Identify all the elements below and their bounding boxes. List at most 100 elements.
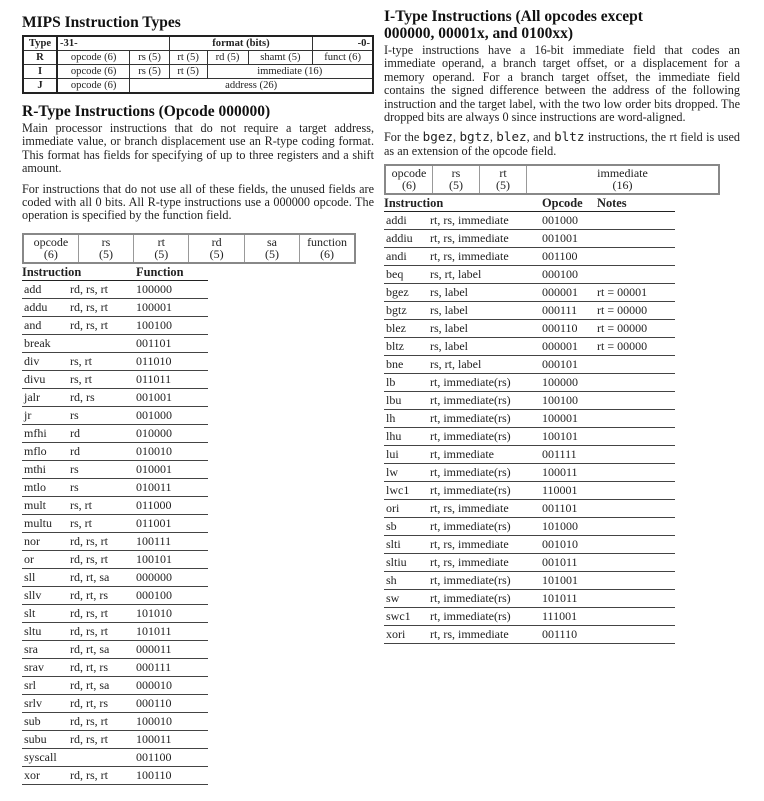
instruction-operands bbox=[70, 748, 136, 767]
instruction-name: addu bbox=[22, 298, 70, 317]
notes bbox=[597, 607, 675, 627]
field-cell: rt (5) bbox=[168, 64, 208, 79]
field-bits: (5) bbox=[98, 246, 113, 261]
instruction-name: sltiu bbox=[384, 553, 430, 573]
table-row: jr rs 001000 bbox=[22, 406, 208, 425]
opcode: 110001 bbox=[542, 481, 597, 501]
opcode: 101011 bbox=[542, 589, 597, 609]
opcode: 111001 bbox=[542, 607, 597, 627]
instruction-name: divu bbox=[22, 370, 70, 389]
opcode: 101001 bbox=[542, 571, 597, 591]
notes bbox=[597, 535, 675, 555]
table-row: lbu rt, immediate(rs) 100100 bbox=[384, 391, 675, 411]
instruction-name: lw bbox=[384, 463, 430, 483]
field-bits: (5) bbox=[496, 178, 510, 193]
table-row: addi rt, rs, immediate 001000 bbox=[384, 211, 675, 231]
table-row: bgtz rs, label 000111 rt = 00000 bbox=[384, 301, 675, 321]
instruction-name: sb bbox=[384, 517, 430, 537]
notes bbox=[597, 211, 675, 231]
instruction-name: xori bbox=[384, 625, 430, 645]
notes bbox=[597, 553, 675, 573]
rtype-table-header: Instruction Function bbox=[22, 264, 208, 281]
field-opcode: opcode (6) bbox=[384, 165, 433, 195]
table-row: mthi rs 010001 bbox=[22, 460, 208, 479]
opcode: 100001 bbox=[542, 409, 597, 429]
field-cell: rs (5) bbox=[129, 50, 170, 65]
instruction-operands: rd, rt, rs bbox=[70, 586, 136, 605]
instruction-name: andi bbox=[384, 247, 430, 267]
table-row: sh rt, immediate(rs) 101001 bbox=[384, 571, 675, 591]
table-row: bgez rs, label 000001 rt = 00001 bbox=[384, 283, 675, 303]
instruction-name: blez bbox=[384, 319, 430, 339]
table-row: srlv rd, rt, rs 000110 bbox=[22, 694, 208, 713]
table-row: div rs, rt 011010 bbox=[22, 352, 208, 371]
field-bits: (6) bbox=[402, 178, 416, 193]
instruction-operands: rt, rs, immediate bbox=[430, 211, 542, 231]
instruction-name: srl bbox=[22, 676, 70, 695]
notes bbox=[597, 445, 675, 465]
field-bits: (16) bbox=[612, 178, 633, 193]
code-bltz: bltz bbox=[554, 129, 585, 145]
field-bits: (5) bbox=[449, 178, 463, 193]
table-row: syscall 001100 bbox=[22, 748, 208, 767]
instruction-operands: rt, immediate(rs) bbox=[430, 517, 542, 537]
function-code: 000011 bbox=[136, 640, 208, 659]
instruction-name: mtlo bbox=[22, 478, 70, 497]
notes bbox=[597, 409, 675, 429]
table-row: beq rs, rt, label 000100 bbox=[384, 265, 675, 285]
instruction-operands: rd, rs, rt bbox=[70, 766, 136, 785]
instruction-operands: rs, label bbox=[430, 283, 542, 303]
instruction-name: bne bbox=[384, 355, 430, 375]
notes bbox=[597, 463, 675, 483]
rtype-field-row: opcode (6) rs (5) rt (5) rd (5) sa (5) function (6) bbox=[22, 233, 356, 263]
instruction-name: or bbox=[22, 550, 70, 569]
instruction-operands: rt, immediate(rs) bbox=[430, 571, 542, 591]
field-opcode: opcode (6) bbox=[22, 233, 79, 263]
code-bgtz: bgtz bbox=[459, 129, 490, 145]
table-row: bne rs, rt, label 000101 bbox=[384, 355, 675, 375]
instruction-name: lui bbox=[384, 445, 430, 465]
table-row: mflo rd 010010 bbox=[22, 442, 208, 461]
instruction-operands: rs, label bbox=[430, 319, 542, 339]
table-row: sb rt, immediate(rs) 101000 bbox=[384, 517, 675, 537]
function-code: 100101 bbox=[136, 550, 208, 569]
code-blez: blez bbox=[496, 129, 527, 145]
instruction-name: sh bbox=[384, 571, 430, 591]
function-code: 010001 bbox=[136, 460, 208, 479]
field-cell: funct (6) bbox=[312, 50, 374, 65]
left-column: MIPS Instruction Types Type -31- format … bbox=[22, 14, 374, 785]
instruction-operands: rd, rs, rt bbox=[70, 712, 136, 731]
opcode: 001111 bbox=[542, 445, 597, 465]
notes bbox=[597, 625, 675, 645]
itype-title: I-Type Instructions (All opcodes except … bbox=[384, 8, 643, 42]
notes bbox=[597, 373, 675, 393]
opcode: 001110 bbox=[542, 625, 597, 645]
table-row: mult rs, rt 011000 bbox=[22, 496, 208, 515]
field-rt: rt (5) bbox=[133, 233, 190, 263]
instruction-operands: rt, rs, immediate bbox=[430, 499, 542, 519]
instruction-name: xor bbox=[22, 766, 70, 785]
table-row: multu rs, rt 011001 bbox=[22, 514, 208, 533]
notes bbox=[597, 571, 675, 591]
type-label: I bbox=[22, 64, 58, 79]
table-row: srav rd, rt, rs 000111 bbox=[22, 658, 208, 677]
instruction-name: mult bbox=[22, 496, 70, 515]
instruction-name: sub bbox=[22, 712, 70, 731]
table-row: lh rt, immediate(rs) 100001 bbox=[384, 409, 675, 429]
notes bbox=[597, 427, 675, 447]
itype-table-header: Instruction Opcode Notes bbox=[384, 196, 675, 213]
field-cell: opcode (6) bbox=[56, 50, 131, 65]
instruction-name: bgtz bbox=[384, 301, 430, 321]
instruction-name: sllv bbox=[22, 586, 70, 605]
instruction-operands: rt, rs, immediate bbox=[430, 553, 542, 573]
field-cell: shamt (5) bbox=[247, 50, 314, 65]
instruction-operands: rt, immediate(rs) bbox=[430, 427, 542, 447]
instruction-name: jalr bbox=[22, 388, 70, 407]
instruction-operands: rs, rt bbox=[70, 514, 136, 533]
column-header-function: Function bbox=[136, 264, 208, 281]
instruction-name: sltu bbox=[22, 622, 70, 641]
instruction-name: bltz bbox=[384, 337, 430, 357]
column-header-opcode: Opcode bbox=[542, 196, 597, 213]
table-row: lb rt, immediate(rs) 100000 bbox=[384, 373, 675, 393]
field-cell: rd (5) bbox=[206, 50, 249, 65]
